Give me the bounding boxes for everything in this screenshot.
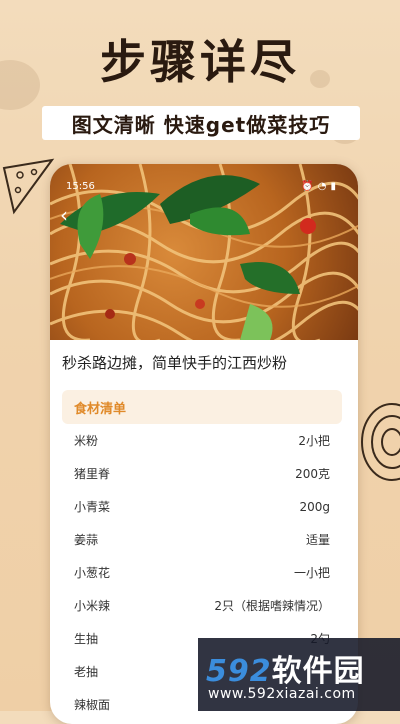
ingredient-name: 老抽 [74, 665, 99, 679]
back-arrow-icon[interactable]: ‹ [60, 204, 76, 226]
ingredient-name: 猪里脊 [74, 467, 111, 481]
recipe-title: 秒杀路边摊，简单快手的江西炒粉 [62, 354, 288, 372]
ingredient-name: 姜蒜 [74, 533, 99, 547]
ingredient-amount: 200g [299, 499, 330, 514]
ingredient-name: 生抽 [74, 632, 99, 646]
list-item: 小葱花 一小把 [62, 556, 342, 589]
headline: 步骤详尽 [100, 35, 300, 89]
watermark-brand-name: 软件园 [271, 654, 365, 689]
ingredient-amount: 2只（根据嗜辣情况） [214, 599, 330, 613]
watermark-logo: 592软件园 [206, 646, 365, 690]
site-watermark: 592软件园 www.592xiazai.com [198, 638, 400, 711]
list-item: 小青菜 200g [62, 490, 342, 523]
ingredient-amount: 适量 [305, 533, 330, 547]
list-item: 猪里脊 200克 [62, 457, 342, 490]
watermark-url: www.592xiazai.com [208, 686, 356, 702]
ingredient-amount: 一小把 [293, 566, 330, 580]
list-item: 小米辣 2只（根据嗜辣情况） [62, 589, 342, 622]
ingredient-name: 小葱花 [74, 566, 111, 580]
battery-icon: ▮ [330, 180, 336, 192]
wifi-icon: ◔ [317, 180, 327, 192]
alarm-icon: ⏰ [301, 180, 314, 192]
ingredient-name: 小米辣 [74, 599, 111, 613]
list-item: 姜蒜 适量 [62, 523, 342, 556]
status-time: 15:56 [66, 180, 95, 192]
ingredient-name: 辣椒面 [74, 698, 111, 712]
ingredient-name: 米粉 [74, 434, 99, 448]
ingredient-name: 小青菜 [74, 500, 111, 514]
ingredient-amount: 200克 [295, 467, 330, 481]
ingredients-header: 食材清单 [62, 390, 342, 424]
status-bar: 15:56 ⏰ ◔ ▮ [50, 178, 358, 194]
watermark-brand-number: 592 [206, 654, 272, 689]
ingredient-amount: 2小把 [298, 434, 330, 448]
subheadline-banner: 图文清晰 快速get做菜技巧 [42, 106, 360, 140]
list-item: 米粉 2小把 [62, 424, 342, 457]
spiral-doodle [361, 403, 400, 481]
